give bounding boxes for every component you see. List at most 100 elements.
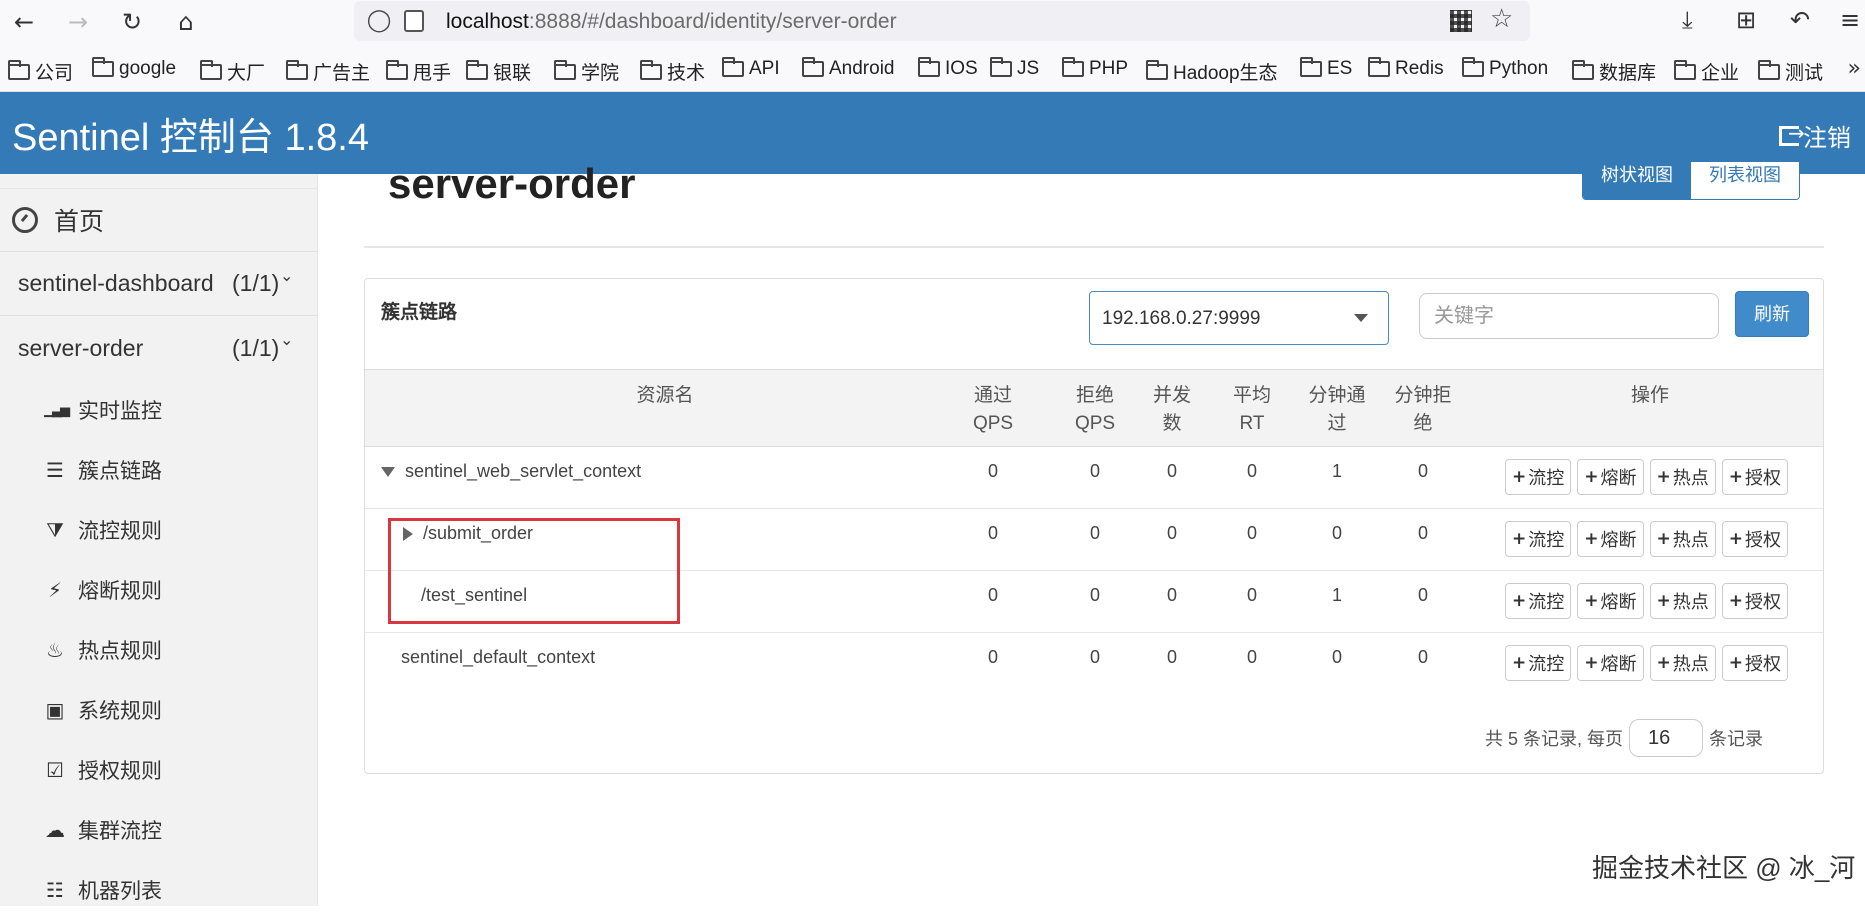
bookmark-item[interactable]: 技术: [640, 58, 705, 85]
bookmark-item[interactable]: JS: [990, 57, 1039, 80]
bookmark-item[interactable]: 大厂: [200, 58, 265, 85]
dashboard-gauge-icon: [12, 207, 38, 233]
menu-icon[interactable]: ≡: [1840, 6, 1860, 34]
plus-icon: +: [1584, 653, 1599, 673]
plus-icon: +: [1728, 653, 1743, 673]
machine-select[interactable]: 192.168.0.27:9999: [1089, 291, 1389, 345]
authority-rule-button[interactable]: + 授权: [1721, 645, 1788, 681]
bookmark-item[interactable]: Hadoop生态: [1146, 58, 1278, 85]
address-bar[interactable]: ◯ localhost:8888/#/dashboard/identity/se…: [354, 1, 1530, 41]
hotspot-rule-button[interactable]: + 热点: [1649, 645, 1716, 681]
authority-rule-button[interactable]: + 授权: [1721, 583, 1788, 619]
th-list-icon: ☷: [46, 878, 64, 902]
forward-arrow-icon[interactable]: →: [62, 6, 94, 38]
bookmark-item[interactable]: 甩手: [386, 58, 451, 85]
bookmark-item[interactable]: PHP: [1062, 57, 1128, 80]
sidebar-item-8[interactable]: ☁ 集群流控: [0, 800, 318, 860]
back-arrow-icon[interactable]: ←: [8, 6, 40, 38]
list-view-button[interactable]: 列表视图: [1691, 162, 1799, 199]
sidebar-item-5[interactable]: ♨ 热点规则: [0, 620, 318, 680]
sidebar-item-3[interactable]: ⧩ 流控规则: [0, 500, 318, 560]
action-label: 熔断: [1600, 654, 1637, 674]
bookmark-item[interactable]: Android: [802, 57, 895, 80]
degrade-rule-button[interactable]: + 熔断: [1577, 521, 1644, 557]
page-info-icon[interactable]: [404, 10, 424, 32]
more-bookmarks-icon[interactable]: »: [1848, 56, 1861, 81]
page-size-input[interactable]: 16: [1629, 719, 1704, 757]
folder-icon: [1300, 57, 1322, 77]
sidebar-item-1[interactable]: ▁▃▅ 实时监控: [0, 380, 318, 440]
logout-link[interactable]: 注销: [1779, 118, 1851, 153]
degrade-rule-button[interactable]: + 熔断: [1577, 645, 1644, 681]
metric-cell-pass-qps: 0: [987, 461, 998, 481]
degrade-rule-button[interactable]: + 熔断: [1577, 583, 1644, 619]
metric-cell-pass-qps: 0: [987, 647, 998, 667]
folder-icon: [92, 57, 114, 77]
bookmark-label: 甩手: [413, 63, 452, 84]
bookmark-item[interactable]: 测试: [1758, 58, 1823, 85]
bookmark-item[interactable]: 银联: [466, 58, 531, 85]
metric-cell-rt: 0: [1246, 523, 1257, 543]
metric-cell-min-pass: 0: [1331, 523, 1342, 543]
bookmark-item[interactable]: Python: [1462, 57, 1548, 80]
metric-cell-block-qps: 0: [1089, 523, 1100, 543]
degrade-rule-button[interactable]: + 熔断: [1577, 459, 1644, 495]
metric-cell-min-pass: 1: [1331, 461, 1342, 481]
screenshot-crop-icon[interactable]: ⊞: [1736, 6, 1756, 34]
resource-name-cell[interactable]: sentinel_web_servlet_context: [381, 461, 641, 482]
sidebar-app-sentinel-dashboard[interactable]: sentinel-dashboard (1/1) ⌄: [0, 252, 318, 316]
keyword-input[interactable]: [1419, 293, 1719, 339]
flow-rule-button[interactable]: + 流控: [1505, 521, 1572, 557]
hotspot-rule-button[interactable]: + 热点: [1649, 521, 1716, 557]
flow-rule-button[interactable]: + 流控: [1505, 583, 1572, 619]
flow-rule-button[interactable]: + 流控: [1505, 459, 1572, 495]
plus-icon: +: [1728, 467, 1743, 487]
home-icon[interactable]: ⌂: [170, 6, 202, 38]
sidebar-item-label: 授权规则: [78, 760, 162, 783]
app-name: server-order: [18, 334, 144, 361]
sidebar-item-2[interactable]: ☰ 簇点链路: [0, 440, 318, 500]
action-label: 流控: [1528, 654, 1565, 674]
hotspot-rule-button[interactable]: + 热点: [1649, 459, 1716, 495]
reload-icon[interactable]: ↻: [116, 6, 148, 38]
bookmark-item[interactable]: Redis: [1368, 57, 1444, 80]
sidebar-item-4[interactable]: ⚡ 熔断规则: [0, 560, 318, 620]
bookmark-label: 学院: [581, 63, 620, 84]
undo-icon[interactable]: ↶: [1790, 6, 1810, 34]
sidebar-item-home[interactable]: 首页: [0, 188, 318, 252]
plus-icon: +: [1584, 467, 1599, 487]
bookmark-item[interactable]: ES: [1300, 57, 1352, 80]
download-icon[interactable]: ⤓: [1682, 6, 1693, 34]
bookmark-item[interactable]: 广告主: [286, 58, 370, 85]
sidebar-item-7[interactable]: ☑ 授权规则: [0, 740, 318, 800]
bookmark-star-icon[interactable]: ☆: [1490, 4, 1513, 34]
action-label: 熔断: [1600, 530, 1637, 550]
bookmark-item[interactable]: 数据库: [1572, 58, 1656, 85]
table-header: 资源名 通过QPS 拒绝QPS 并发数 平均RT 分钟通过 分钟拒绝 操作: [365, 369, 1823, 447]
tree-view-button[interactable]: 树状视图: [1583, 162, 1691, 199]
sidebar-item-label: 系统规则: [78, 700, 162, 723]
bookmark-item[interactable]: 学院: [554, 58, 619, 85]
bookmark-item[interactable]: API: [722, 57, 780, 80]
authority-rule-button[interactable]: + 授权: [1721, 459, 1788, 495]
authority-rule-button[interactable]: + 授权: [1721, 521, 1788, 557]
caret-down-icon[interactable]: [381, 466, 395, 477]
bookmark-item[interactable]: google: [92, 57, 176, 80]
metric-cell-threads: 0: [1166, 647, 1177, 667]
shield-icon[interactable]: ◯: [366, 8, 392, 34]
sidebar-item-label: 集群流控: [78, 820, 162, 843]
flow-rule-button[interactable]: + 流控: [1505, 645, 1572, 681]
refresh-button[interactable]: 刷新: [1735, 291, 1809, 337]
plus-icon: +: [1728, 591, 1743, 611]
view-toggle: 树状视图 列表视图: [1582, 162, 1800, 200]
sidebar-item-9[interactable]: ☷ 机器列表: [0, 860, 318, 920]
hotspot-rule-button[interactable]: + 热点: [1649, 583, 1716, 619]
sidebar-item-6[interactable]: ▣ 系统规则: [0, 680, 318, 740]
bookmark-item[interactable]: 企业: [1674, 58, 1739, 85]
sidebar-app-server-order[interactable]: server-order (1/1) ⌄: [0, 316, 318, 380]
url-text[interactable]: localhost:8888/#/dashboard/identity/serv…: [446, 10, 897, 34]
bookmark-item[interactable]: 公司: [8, 58, 73, 85]
column-header: 拒绝QPS: [1074, 385, 1116, 434]
bookmark-item[interactable]: IOS: [918, 57, 978, 80]
qr-code-icon[interactable]: [1450, 10, 1472, 32]
